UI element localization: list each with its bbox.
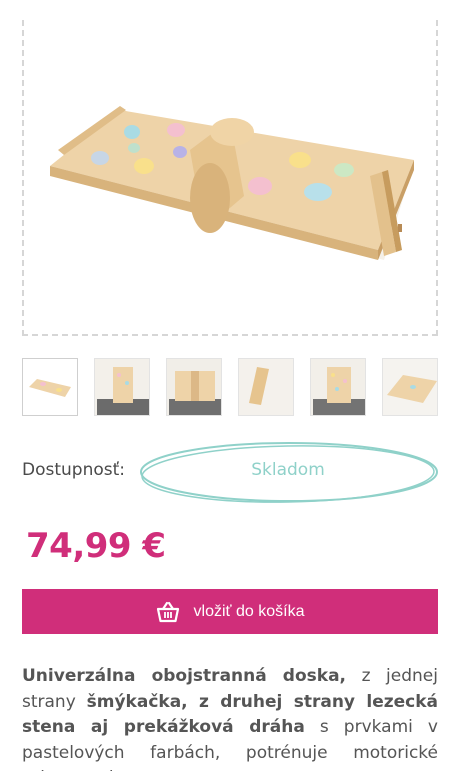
availability-label: Dostupnosť: bbox=[22, 460, 126, 480]
product-price: 74,99 € bbox=[26, 526, 166, 566]
thumbnail-3[interactable] bbox=[166, 358, 222, 416]
stock-status: Skladom bbox=[251, 460, 325, 480]
thumbnail-6[interactable] bbox=[382, 358, 438, 416]
product-description: Univerzálna obojstranná doska, z jednej … bbox=[22, 664, 438, 771]
thumbnail-1[interactable] bbox=[22, 358, 78, 416]
add-to-cart-label: vložiť do košíka bbox=[193, 602, 305, 620]
thumbnail-strip bbox=[22, 358, 460, 416]
description-bold-1: Univerzálna obojstranná doska, bbox=[22, 666, 346, 686]
thumbnail-2[interactable] bbox=[94, 358, 150, 416]
add-to-cart-button[interactable]: vložiť do košíka bbox=[22, 589, 438, 634]
thumbnail-5[interactable] bbox=[310, 358, 366, 416]
basket-icon bbox=[156, 601, 180, 623]
thumbnail-4[interactable] bbox=[238, 358, 294, 416]
product-main-image[interactable] bbox=[22, 20, 438, 336]
